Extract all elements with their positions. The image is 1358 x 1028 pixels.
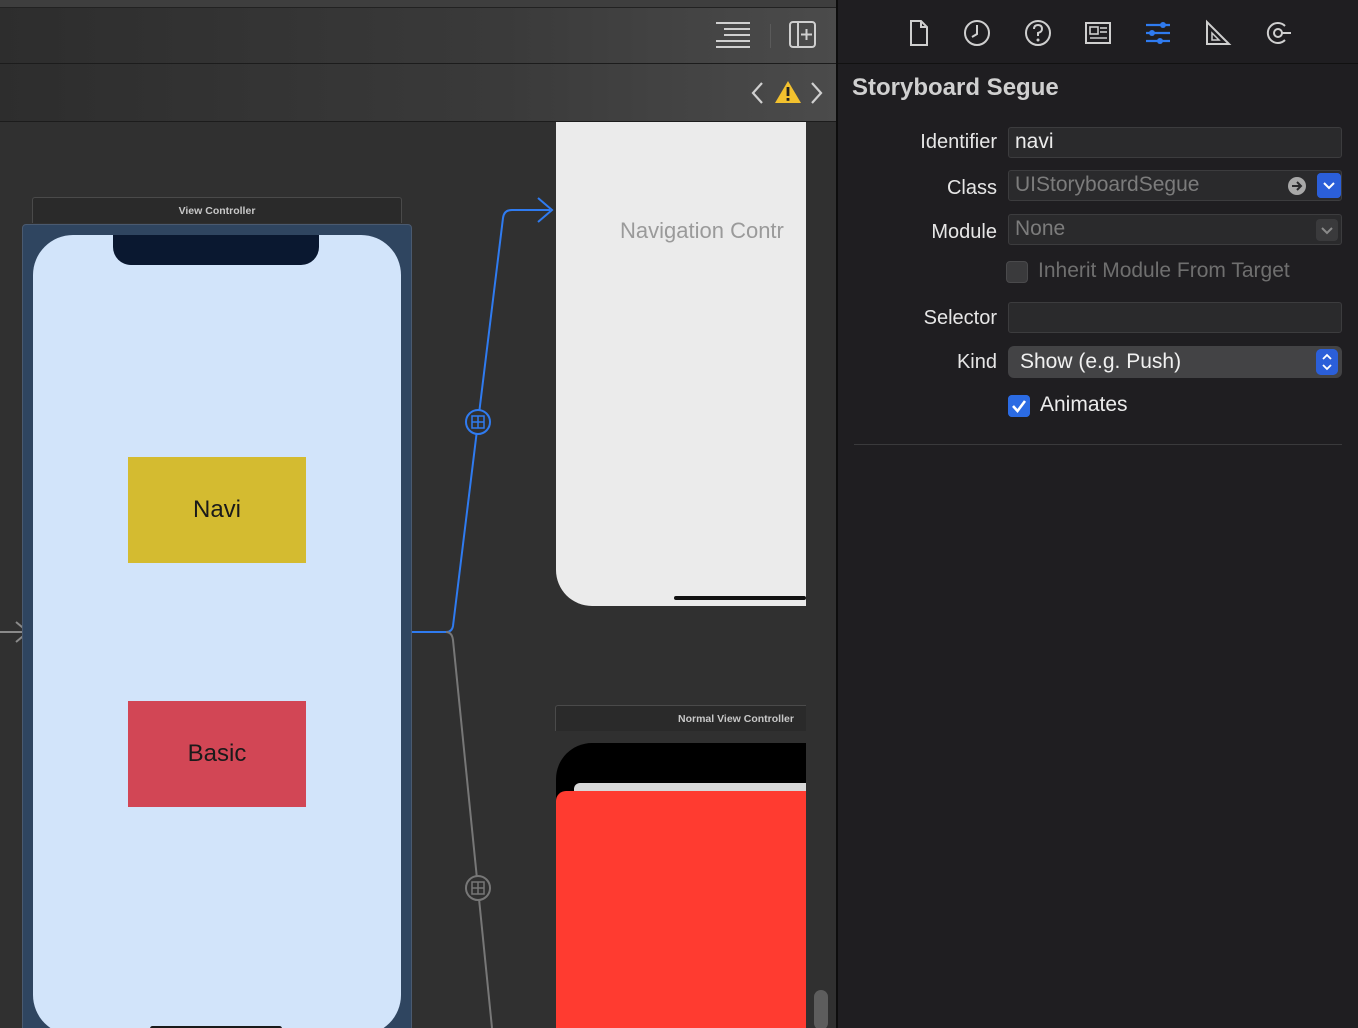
attributes-inspector: Storyboard Segue Identifier navi Class U… [838, 0, 1358, 1028]
device-notch [113, 235, 319, 265]
identifier-field[interactable]: navi [1008, 127, 1342, 158]
scene-header-view-controller[interactable]: View Controller [32, 197, 402, 223]
add-editor-icon[interactable] [788, 20, 818, 50]
selector-field[interactable] [1008, 302, 1342, 333]
connections-inspector-icon[interactable] [1263, 18, 1293, 48]
class-value: UIStoryboardSegue [1015, 173, 1200, 196]
navi-button[interactable]: Navi [128, 457, 306, 563]
go-to-class-icon[interactable] [1287, 176, 1307, 196]
module-label: Module [931, 221, 997, 243]
kind-label: Kind [956, 351, 997, 373]
editor-toolbar [0, 8, 836, 64]
normal-view-controller-device[interactable] [556, 743, 836, 1028]
storyboard-canvas[interactable]: View Controller Navi Basic Navigation Co… [0, 122, 836, 1028]
module-field[interactable]: None [1008, 214, 1342, 245]
basic-button[interactable]: Basic [128, 701, 306, 807]
normal-view-content [556, 791, 836, 1028]
animates-checkbox[interactable] [1008, 395, 1030, 417]
segue-basic[interactable] [445, 631, 493, 1028]
kind-popup[interactable]: Show (e.g. Push) [1008, 346, 1342, 378]
module-dropdown-icon[interactable] [1316, 219, 1338, 241]
jump-bar [0, 64, 836, 122]
segue-badge-icon[interactable] [464, 874, 492, 902]
attributes-inspector-icon[interactable] [1143, 18, 1173, 48]
class-dropdown-icon[interactable] [1317, 173, 1341, 198]
warning-icon[interactable] [774, 79, 802, 105]
toolbar-separator [770, 24, 771, 48]
animates-label: Animates [1040, 393, 1128, 416]
storyboard-editor: View Controller Navi Basic Navigation Co… [0, 0, 836, 1028]
xcode-window: View Controller Navi Basic Navigation Co… [0, 0, 1358, 1028]
canvas-edge [806, 122, 836, 1028]
kind-popup-arrows-icon[interactable] [1316, 349, 1338, 375]
size-inspector-icon[interactable] [1202, 18, 1232, 48]
file-inspector-icon[interactable] [904, 18, 934, 48]
editor-options-icon[interactable] [714, 20, 754, 50]
inherit-module-checkbox[interactable] [1006, 261, 1028, 283]
back-chevron-icon[interactable] [748, 80, 768, 106]
class-label: Class [946, 177, 997, 199]
module-value: None [1015, 217, 1066, 240]
navigation-controller-device[interactable]: Navigation Contr [556, 122, 836, 606]
identity-inspector-icon[interactable] [1083, 18, 1113, 48]
forward-chevron-icon[interactable] [806, 80, 826, 106]
inherit-module-label: Inherit Module From Target [1038, 259, 1290, 282]
selector-label: Selector [923, 307, 997, 329]
canvas-scrollbar[interactable] [814, 990, 828, 1028]
inspector-section-title: Storyboard Segue [852, 74, 1059, 101]
window-top-strip [0, 0, 836, 8]
view-controller-device[interactable]: Navi Basic [33, 235, 401, 1028]
home-indicator [674, 596, 806, 600]
navigation-controller-title: Navigation Contr [620, 218, 784, 243]
section-divider [854, 444, 1342, 445]
scene-header-normal-view-controller[interactable]: Normal View Controller [555, 705, 825, 731]
class-field[interactable]: UIStoryboardSegue [1008, 170, 1342, 201]
segue-badge-icon[interactable] [464, 408, 492, 436]
history-inspector-icon[interactable] [962, 18, 992, 48]
inspector-tab-bar [838, 0, 1358, 64]
identifier-label: Identifier [920, 131, 997, 153]
help-inspector-icon[interactable] [1023, 18, 1053, 48]
kind-value: Show (e.g. Push) [1020, 350, 1182, 373]
